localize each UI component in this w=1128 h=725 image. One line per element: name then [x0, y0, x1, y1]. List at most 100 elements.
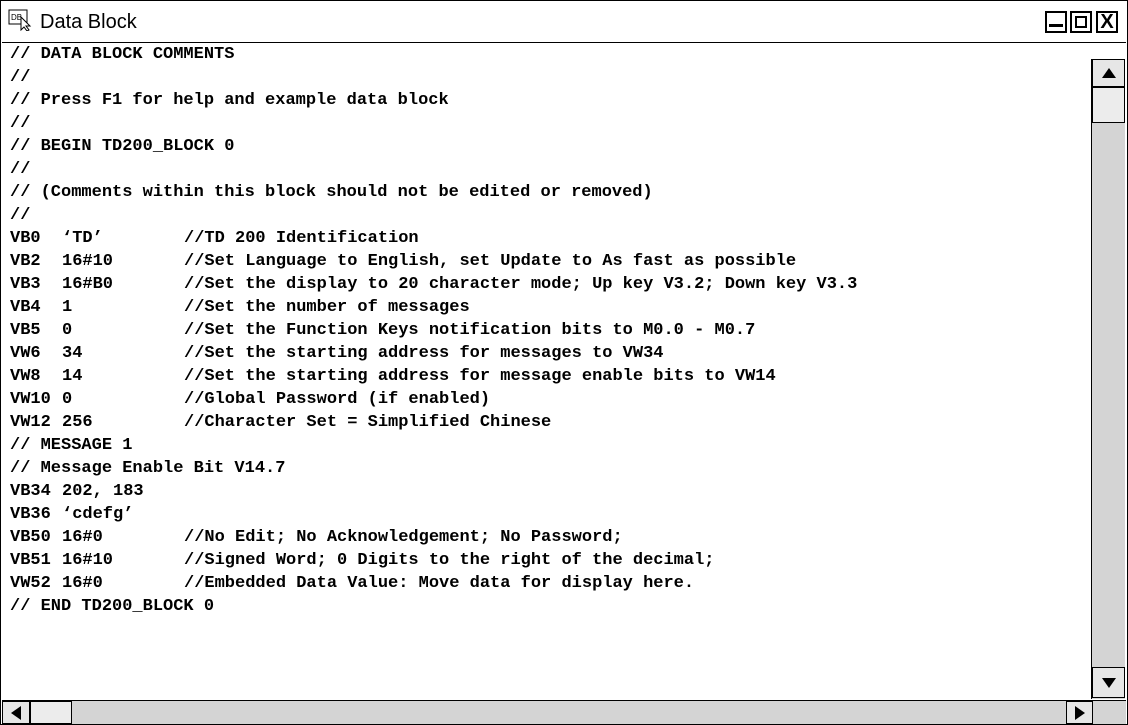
code-comment: //: [10, 160, 31, 179]
code-line[interactable]: VB2 16#10 //Set Language to English, set U…: [2, 250, 1091, 273]
code-comment: //TD 200 Identification: [184, 229, 419, 248]
code-line[interactable]: // Message Enable Bit V14.7: [2, 457, 1091, 480]
code-address: VB4: [10, 298, 41, 317]
code-comment: // BEGIN TD200_BLOCK 0: [10, 137, 235, 156]
code-line[interactable]: VB3 16#B0 //Set the display to 20 characte…: [2, 273, 1091, 296]
code-editor[interactable]: // DATA BLOCK COMMENTS // // Press F1 for …: [2, 43, 1091, 699]
code-comment: //Set Language to English, set Update to…: [184, 252, 797, 271]
code-line[interactable]: VB36 ‘cdefg’: [2, 503, 1091, 526]
code-comment: // (Comments within this block should no…: [10, 183, 653, 202]
triangle-right-icon: [1075, 705, 1085, 720]
code-line[interactable]: //: [2, 66, 1091, 89]
code-comment: //: [10, 206, 31, 225]
code-comment: //Set the starting address for messages …: [184, 344, 664, 363]
code-address: VW8: [10, 367, 41, 386]
code-address: VB3: [10, 275, 41, 294]
code-line[interactable]: VW52 16#0 //Embedded Data Value: Move data…: [2, 572, 1091, 595]
code-comment: // MESSAGE 1: [10, 436, 133, 455]
code-value: 16#0: [62, 574, 103, 593]
window-title: Data Block: [40, 11, 137, 33]
code-address: VB0: [10, 229, 41, 248]
code-comment: //Global Password (if enabled): [184, 390, 491, 409]
code-line[interactable]: VB5 0 //Set the Function Keys notification…: [2, 319, 1091, 342]
close-button[interactable]: X: [1096, 11, 1118, 33]
code-value: ‘cdefg’: [62, 505, 134, 524]
code-value: 16#B0: [62, 275, 114, 294]
code-line[interactable]: VB50 16#0 //No Edit; No Acknowledgement; N…: [2, 526, 1091, 549]
scrollbar-corner: [1092, 700, 1126, 724]
code-value: 0: [62, 321, 73, 340]
code-line[interactable]: // END TD200_BLOCK 0: [2, 595, 1091, 618]
code-value: 16#0: [62, 528, 103, 547]
code-comment: //: [10, 68, 31, 87]
horizontal-scroll-thumb[interactable]: [30, 701, 72, 724]
code-line[interactable]: //: [2, 204, 1091, 227]
code-line[interactable]: // DATA BLOCK COMMENTS: [2, 43, 1091, 66]
code-line[interactable]: VW8 14 //Set the starting address for mess…: [2, 365, 1091, 388]
scroll-down-button[interactable]: [1092, 667, 1125, 698]
code-address: VB36: [10, 505, 51, 524]
code-line[interactable]: // BEGIN TD200_BLOCK 0: [2, 135, 1091, 158]
code-comment: // Press F1 for help and example data bl…: [10, 91, 449, 110]
code-comment: // DATA BLOCK COMMENTS: [10, 45, 235, 64]
data-block-window: DB Data Block X // DATA BLOCK COMMENTS//…: [0, 0, 1128, 725]
code-address: VW10: [10, 390, 51, 409]
horizontal-scrollbar[interactable]: [2, 700, 1126, 724]
code-value: 16#10: [62, 551, 114, 570]
code-value: 34: [62, 344, 83, 363]
code-line[interactable]: VB34 202, 183: [2, 480, 1091, 503]
scroll-up-button[interactable]: [1092, 59, 1125, 87]
code-address: VB2: [10, 252, 41, 271]
code-line[interactable]: // Press F1 for help and example data bl…: [2, 89, 1091, 112]
code-value: 0: [62, 390, 73, 409]
title-bar[interactable]: DB Data Block X: [2, 2, 1126, 43]
close-icon: X: [1100, 10, 1114, 33]
code-value: 256: [62, 413, 93, 432]
code-line[interactable]: VW12 256 //Character Set = Simplified Chin…: [2, 411, 1091, 434]
code-comment: //: [10, 114, 31, 133]
scroll-right-button[interactable]: [1066, 701, 1094, 724]
code-comment: //Character Set = Simplified Chinese: [184, 413, 552, 432]
triangle-down-icon: [1101, 677, 1116, 688]
code-comment: //Set the number of messages: [184, 298, 470, 317]
code-value: 202, 183: [62, 482, 144, 501]
code-line[interactable]: VW10 0 //Global Password (if enabled): [2, 388, 1091, 411]
vertical-scrollbar[interactable]: [1091, 59, 1125, 699]
code-address: VB34: [10, 482, 51, 501]
code-comment: // END TD200_BLOCK 0: [10, 597, 215, 616]
code-comment: //Embedded Data Value: Move data for dis…: [184, 574, 695, 593]
code-address: VW52: [10, 574, 51, 593]
code-comment: //No Edit; No Acknowledgement; No Passwo…: [184, 528, 623, 547]
triangle-up-icon: [1101, 68, 1116, 78]
code-comment: // Message Enable Bit V14.7: [10, 459, 286, 478]
code-address: VW12: [10, 413, 51, 432]
code-value: 1: [62, 298, 73, 317]
code-address: VB5: [10, 321, 41, 340]
maximize-icon: [1075, 16, 1087, 28]
code-comment: //Set the display to 20 character mode; …: [184, 275, 858, 294]
code-line[interactable]: VB0 ‘TD’ //TD 200 Identification: [2, 227, 1091, 250]
code-line[interactable]: VB51 16#10 //Signed Word; 0 Digits to the …: [2, 549, 1091, 572]
code-address: VB50: [10, 528, 51, 547]
code-value: 16#10: [62, 252, 114, 271]
maximize-button[interactable]: [1070, 11, 1092, 33]
svg-text:DB: DB: [11, 13, 22, 22]
minimize-button[interactable]: [1045, 11, 1067, 33]
code-line[interactable]: // (Comments within this block should no…: [2, 181, 1091, 204]
code-value: ‘TD’: [62, 229, 103, 248]
data-block-icon: DB: [8, 9, 34, 32]
code-line[interactable]: // MESSAGE 1: [2, 434, 1091, 457]
code-line[interactable]: //: [2, 158, 1091, 181]
code-line[interactable]: VW6 34 //Set the starting address for mess…: [2, 342, 1091, 365]
code-comment: //Signed Word; 0 Digits to the right of …: [184, 551, 715, 570]
triangle-left-icon: [11, 705, 21, 720]
scroll-left-button[interactable]: [2, 701, 30, 724]
minimize-icon: [1049, 23, 1063, 27]
code-line[interactable]: VB4 1 //Set the number of messages: [2, 296, 1091, 319]
code-comment: //Set the Function Keys notification bit…: [184, 321, 756, 340]
code-address: VB51: [10, 551, 51, 570]
code-line[interactable]: //: [2, 112, 1091, 135]
vertical-scroll-thumb[interactable]: [1092, 87, 1125, 123]
code-comment: //Set the starting address for message e…: [184, 367, 776, 386]
code-value: 14: [62, 367, 83, 386]
